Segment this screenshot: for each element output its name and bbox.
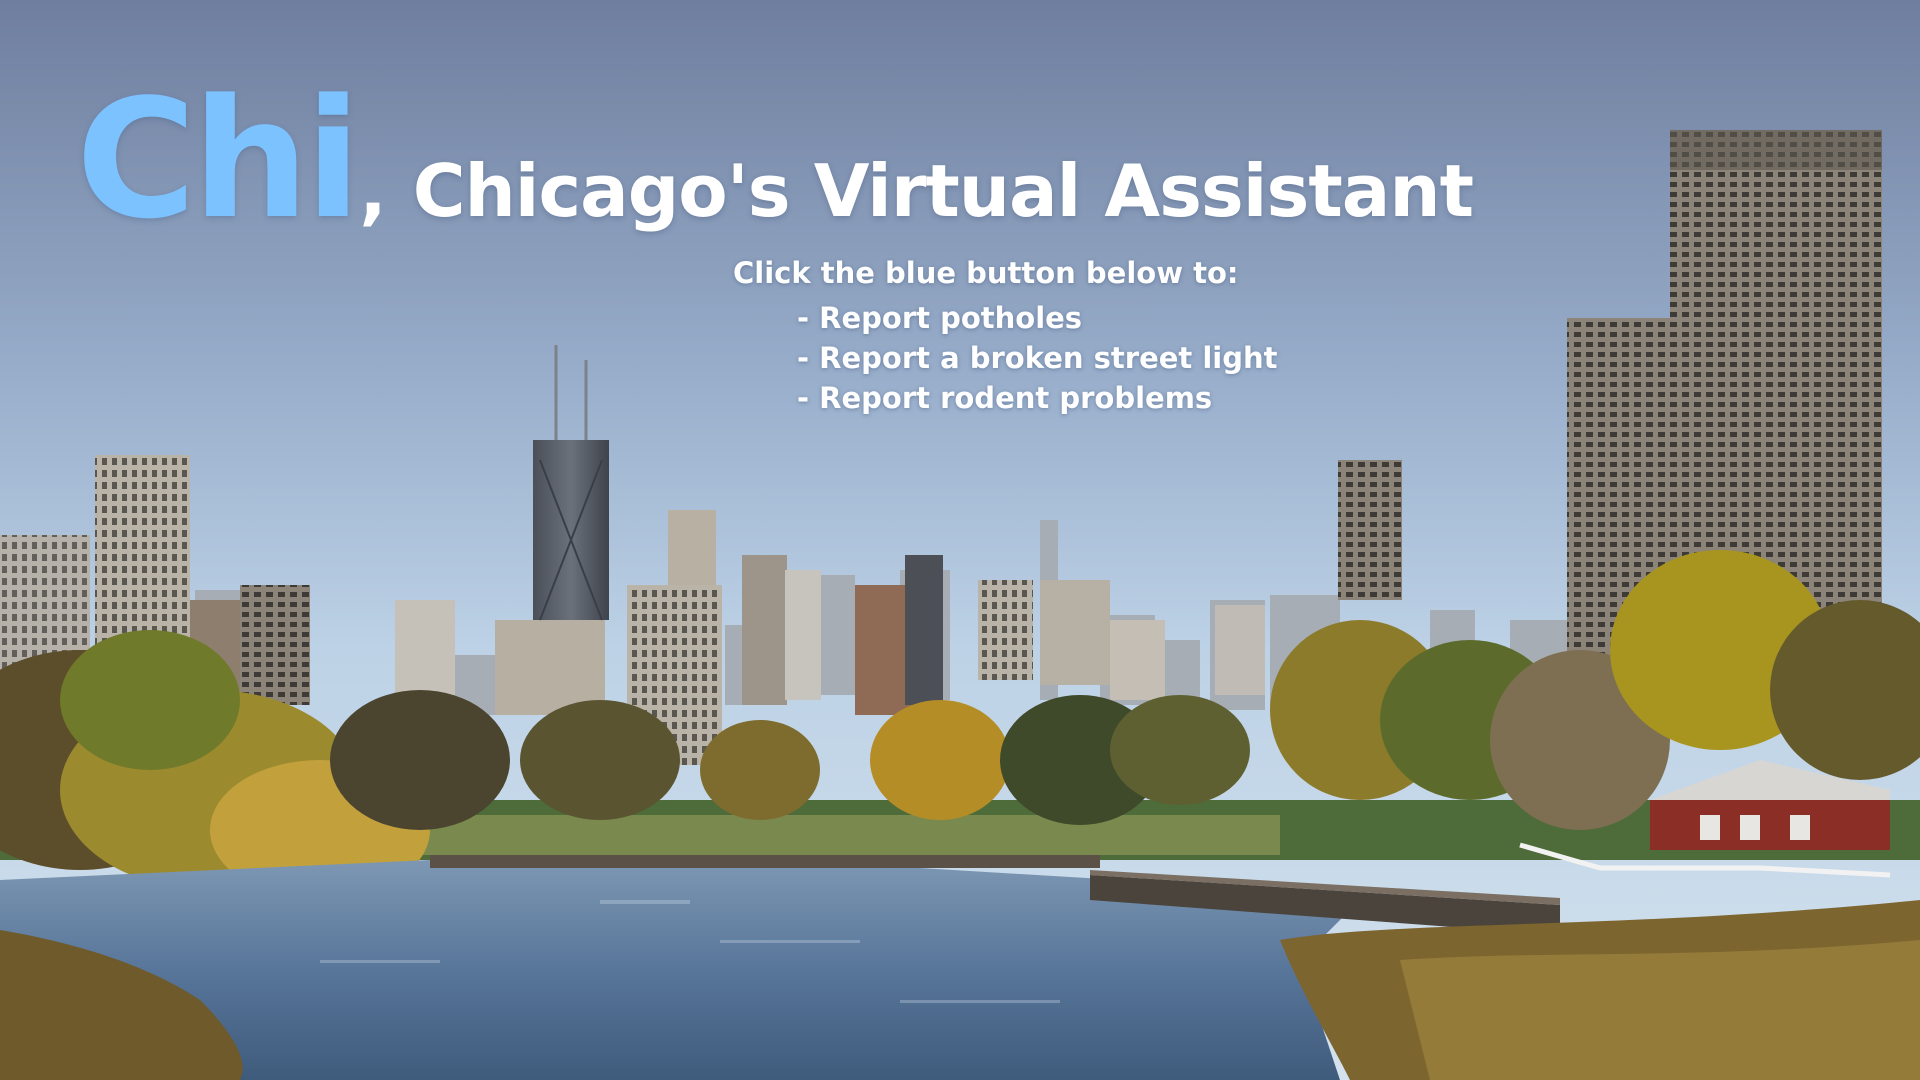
instructions-panel: Click the blue button below to: Report p… [733,256,1278,418]
page-subtitle: Chicago's Virtual Assistant [412,149,1474,233]
instructions-list: Report potholes Report a broken street l… [733,298,1278,418]
title-separator: , [359,149,387,233]
instruction-item-rodents: Report rodent problems [797,378,1278,418]
instructions-intro: Click the blue button below to: [733,256,1239,290]
page-title: Chi, Chicago's Virtual Assistant [76,78,1474,242]
instruction-item-street-light: Report a broken street light [797,338,1277,378]
instruction-item-potholes: Report potholes [797,298,1278,338]
brand-name: Chi [76,64,361,255]
